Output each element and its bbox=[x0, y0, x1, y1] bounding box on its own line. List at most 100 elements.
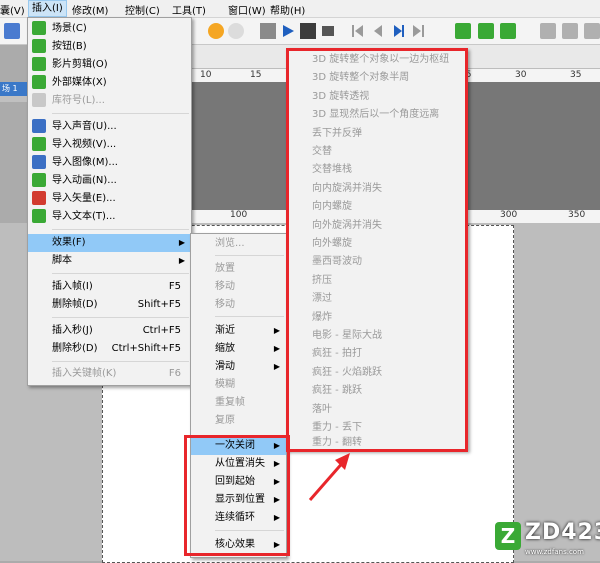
menu-item-label: 导入文本(T)... bbox=[52, 211, 116, 222]
menu-item-shortcut: Ctrl+F5 bbox=[142, 325, 181, 336]
menu-item-delete-second[interactable]: 删除秒(D) Ctrl+Shift+F5 bbox=[28, 340, 191, 358]
menu-item-shortcut: F6 bbox=[168, 368, 181, 379]
menu-item-import-animation[interactable]: 导入动画(N)... bbox=[28, 172, 191, 190]
add-movieclip-icon[interactable] bbox=[500, 23, 516, 39]
ruler-tick: 35 bbox=[570, 70, 582, 80]
menu-item-label: 场景(C) bbox=[52, 23, 87, 34]
import-image-icon bbox=[32, 155, 46, 169]
menu-item-label: 插入秒(J) bbox=[52, 325, 93, 336]
menu-item-label: 导入视频(V)... bbox=[52, 139, 117, 150]
menu-item-insert-keyframe: 插入关键帧(K) F6 bbox=[28, 365, 191, 383]
menu-item-import-image[interactable]: 导入图像(M)... bbox=[28, 154, 191, 172]
first-frame-icon[interactable] bbox=[350, 23, 366, 39]
menu-item-insert-second[interactable]: 插入秒(J) Ctrl+F5 bbox=[28, 322, 191, 340]
menu-item-label: 插入帧(I) bbox=[52, 281, 93, 292]
menu-tools[interactable]: 工具(T) bbox=[172, 2, 206, 17]
menu-item-import-text[interactable]: 导入文本(T)... bbox=[28, 208, 191, 226]
new-icon[interactable] bbox=[4, 23, 20, 39]
scene-tab-label: 场 1 bbox=[2, 84, 18, 93]
import-sound-icon bbox=[32, 119, 46, 133]
submenu-arrow-icon: ▶ bbox=[273, 362, 280, 371]
play-icon[interactable] bbox=[280, 23, 296, 39]
watermark-logo: Z bbox=[495, 522, 521, 550]
play-timeline-icon[interactable] bbox=[320, 23, 336, 39]
prev-frame-icon[interactable] bbox=[370, 23, 386, 39]
import-animation-icon bbox=[32, 173, 46, 187]
menu-item-place: 放置 bbox=[191, 260, 286, 278]
menu-item-label: 滑动 bbox=[215, 361, 235, 372]
menu-separator bbox=[52, 273, 189, 274]
submenu-arrow-icon: ▶ bbox=[273, 326, 280, 335]
play-scene-icon[interactable] bbox=[300, 23, 316, 39]
menu-control[interactable]: 控制(C) bbox=[125, 2, 160, 17]
menu-window[interactable]: 窗口(W) bbox=[228, 2, 266, 17]
menu-insert[interactable]: 插入(I) bbox=[28, 0, 67, 17]
menu-item-blur: 模糊 bbox=[191, 376, 286, 394]
menu-item-shortcut: Ctrl+Shift+F5 bbox=[111, 343, 181, 354]
submenu-arrow-icon: ▶ bbox=[178, 256, 185, 265]
menu-separator bbox=[52, 113, 189, 114]
menu-item-label: 插入关键帧(K) bbox=[52, 368, 117, 379]
menu-item-browse: 浏览... bbox=[191, 235, 286, 253]
menu-item-delete-frame[interactable]: 删除帧(D) Shift+F5 bbox=[28, 296, 191, 314]
menu-separator bbox=[215, 316, 284, 317]
layer-icon[interactable] bbox=[584, 23, 600, 39]
ruler-tick: 350 bbox=[568, 210, 586, 220]
annotation-box-submenu bbox=[286, 48, 468, 452]
next-frame-icon[interactable] bbox=[390, 23, 406, 39]
context-help-icon[interactable] bbox=[228, 23, 244, 39]
watermark-url: www.zdfans.com bbox=[525, 548, 584, 556]
help-icon[interactable] bbox=[208, 23, 224, 39]
menu-item-label: 删除秒(D) bbox=[52, 343, 98, 354]
menu-item-label: 浏览... bbox=[215, 238, 245, 249]
ruler-tick: 10 bbox=[200, 70, 212, 80]
menu-item-import-video[interactable]: 导入视频(V)... bbox=[28, 136, 191, 154]
import-text-icon bbox=[32, 209, 46, 223]
menu-item-label: 导入声音(U)... bbox=[52, 121, 117, 132]
menu-item-label: 移动 bbox=[215, 299, 235, 310]
menu-separator bbox=[52, 317, 189, 318]
movieclip-icon bbox=[32, 57, 46, 71]
ruler-tick: 15 bbox=[250, 70, 262, 80]
button-icon bbox=[32, 39, 46, 53]
menu-item-label: 导入动画(N)... bbox=[52, 175, 117, 186]
menu-item-insert-frame[interactable]: 插入帧(I) F5 bbox=[28, 278, 191, 296]
external-media-icon bbox=[32, 75, 46, 89]
add-scene-icon[interactable] bbox=[455, 23, 471, 39]
menu-bar: 囊(V) 插入(I) 修改(M) 控制(C) 工具(T) 窗口(W) 帮助(H) bbox=[0, 0, 600, 18]
menu-view[interactable]: 囊(V) bbox=[0, 2, 25, 17]
menu-item-label: 库符号(L)... bbox=[52, 95, 105, 106]
menu-item-effects[interactable]: 效果(F) ▶ bbox=[28, 234, 191, 252]
menu-item-import-vector[interactable]: 导入矢量(E)... bbox=[28, 190, 191, 208]
menu-item-label: 移动 bbox=[215, 281, 235, 292]
import-video-icon bbox=[32, 137, 46, 151]
menu-item-shortcut: Shift+F5 bbox=[137, 299, 181, 310]
menu-item-movieclip[interactable]: 影片剪辑(O) bbox=[28, 56, 191, 74]
menu-item-shortcut: F5 bbox=[168, 281, 181, 292]
last-frame-icon[interactable] bbox=[410, 23, 426, 39]
menu-item-label: 影片剪辑(O) bbox=[52, 59, 108, 70]
layer-icon[interactable] bbox=[540, 23, 556, 39]
menu-item-scene[interactable]: 场景(C) bbox=[28, 20, 191, 38]
insert-menu: 场景(C) 按钮(B) 影片剪辑(O) 外部媒体(X) 库符号(L)... 导入… bbox=[27, 17, 192, 386]
timeline-scene-tab[interactable]: 场 1 bbox=[0, 82, 30, 96]
layer-icon[interactable] bbox=[562, 23, 578, 39]
menu-item-library-symbol: 库符号(L)... bbox=[28, 92, 191, 110]
add-button-icon[interactable] bbox=[478, 23, 494, 39]
stop-icon[interactable] bbox=[260, 23, 276, 39]
menu-item-button[interactable]: 按钮(B) bbox=[28, 38, 191, 56]
menu-help[interactable]: 帮助(H) bbox=[270, 2, 305, 17]
library-symbol-icon bbox=[32, 93, 46, 107]
submenu-arrow-icon: ▶ bbox=[273, 344, 280, 353]
menu-modify[interactable]: 修改(M) bbox=[72, 2, 108, 17]
menu-item-label: 效果(F) bbox=[52, 237, 86, 248]
menu-item-zoom[interactable]: 缩放 ▶ bbox=[191, 340, 286, 358]
menu-item-import-sound[interactable]: 导入声音(U)... bbox=[28, 118, 191, 136]
menu-item-script[interactable]: 脚本 ▶ bbox=[28, 252, 191, 270]
menu-item-slide[interactable]: 滑动 ▶ bbox=[191, 358, 286, 376]
ruler-tick: 30 bbox=[515, 70, 527, 80]
menu-item-fade[interactable]: 渐近 ▶ bbox=[191, 322, 286, 340]
menu-item-label: 放置 bbox=[215, 263, 235, 274]
menu-item-external-media[interactable]: 外部媒体(X) bbox=[28, 74, 191, 92]
ruler-tick: 300 bbox=[500, 210, 518, 220]
